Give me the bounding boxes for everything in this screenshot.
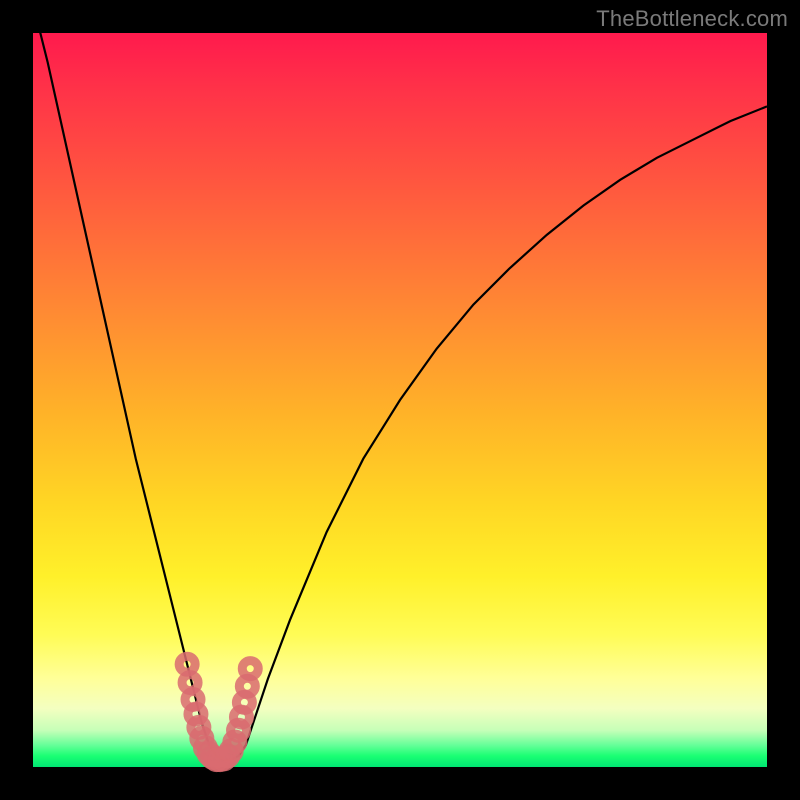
chart-svg: [33, 33, 767, 767]
plot-area: [33, 33, 767, 767]
outer-frame: TheBottleneck.com: [0, 0, 800, 800]
highlight-markers: [179, 656, 258, 767]
marker-dot: [242, 661, 258, 677]
bottleneck-curve: [33, 4, 767, 760]
watermark-text: TheBottleneck.com: [596, 6, 788, 32]
